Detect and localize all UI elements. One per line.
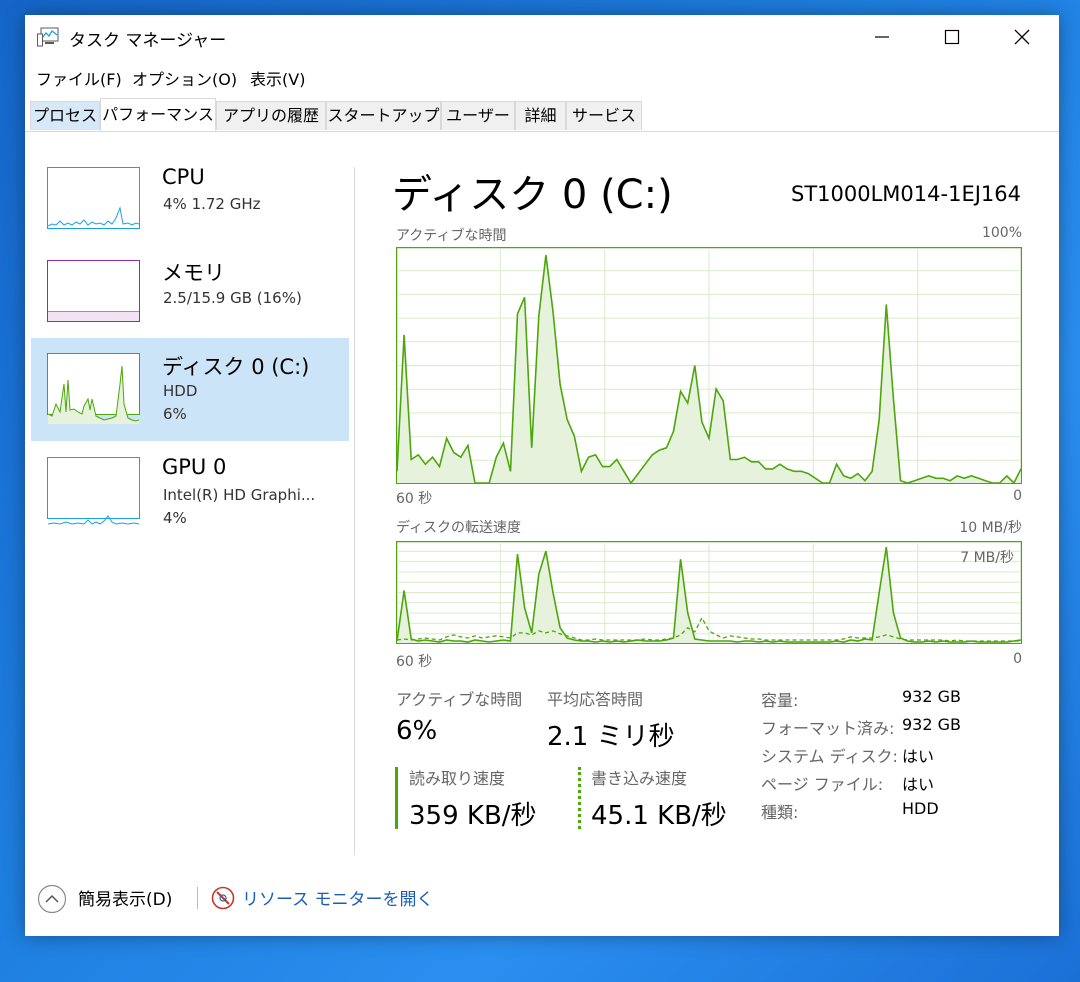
task-manager-window: タスク マネージャー ファイル(F) オプション(O) 表示(V) プロセス パ… xyxy=(25,15,1059,936)
menu-file[interactable]: ファイル(F) xyxy=(36,66,122,90)
maximize-icon xyxy=(944,29,960,45)
transfer-rate-chart-max: 10 MB/秒 xyxy=(959,520,1022,536)
system-disk-label: システム ディスク: xyxy=(761,747,898,766)
active-time-label: アクティブな時間 xyxy=(396,690,523,709)
footer-separator xyxy=(197,887,198,909)
sidebar-gpu-usage: 4% xyxy=(163,509,187,527)
tab-startup[interactable]: スタートアップ xyxy=(326,101,441,130)
sidebar-item-gpu[interactable]: GPU 0 Intel(R) HD Graphi... 4% xyxy=(31,446,349,549)
sidebar-disk-type: HDD xyxy=(163,382,198,400)
sidebar-item-disk[interactable]: ディスク 0 (C:) HDD 6% xyxy=(31,338,349,441)
transfer-rate-chart-scale: 7 MB/秒 xyxy=(960,550,1014,566)
sidebar-memory-title: メモリ xyxy=(162,261,225,285)
chevron-up-icon[interactable] xyxy=(37,884,67,914)
capacity-label: 容量: xyxy=(761,691,799,710)
page-file-label: ページ ファイル: xyxy=(761,775,884,794)
page-file-value: はい xyxy=(902,775,935,794)
write-speed-legend-bar xyxy=(578,767,581,829)
sidebar-cpu-title: CPU xyxy=(162,165,205,189)
sidebar-item-memory[interactable]: メモリ 2.5/15.9 GB (16%) xyxy=(31,245,349,348)
transfer-rate-chart-label: ディスクの転送速度 xyxy=(396,520,522,536)
disk-type-label: 種類: xyxy=(761,803,799,822)
avg-response-value: 2.1 ミリ秒 xyxy=(547,722,675,752)
cpu-thumbnail-graph xyxy=(47,167,140,229)
memory-thumbnail-graph xyxy=(47,260,140,322)
read-speed-legend-bar xyxy=(395,767,398,829)
close-button[interactable] xyxy=(987,15,1057,59)
disk-thumbnail-graph xyxy=(47,353,140,424)
tab-app-history[interactable]: アプリの履歴 xyxy=(216,101,326,130)
transfer-rate-chart-x-left: 60 秒 xyxy=(396,654,433,670)
disk-model: ST1000LM014-1EJ164 xyxy=(791,182,1021,206)
minimize-icon xyxy=(875,36,889,38)
formatted-label: フォーマット済み: xyxy=(761,719,895,738)
tab-strip: プロセス パフォーマンス アプリの履歴 スタートアップ ユーザー 詳細 サービス xyxy=(25,98,1059,132)
sidebar-item-cpu[interactable]: CPU 4% 1.72 GHz xyxy=(31,155,349,258)
active-time-chart-max: 100% xyxy=(981,225,1022,241)
active-time-chart-x-left: 60 秒 xyxy=(396,491,433,507)
active-time-chart-label: アクティブな時間 xyxy=(396,228,507,244)
avg-response-label: 平均応答時間 xyxy=(547,690,644,709)
footer-bar: 簡易表示(D) リソース モニターを開く xyxy=(25,875,1059,919)
minimize-button[interactable] xyxy=(847,15,917,59)
active-time-chart-x-right: 0 xyxy=(1013,488,1022,504)
disk-type-value: HDD xyxy=(902,799,939,818)
tab-users[interactable]: ユーザー xyxy=(441,101,515,130)
window-title: タスク マネージャー xyxy=(69,31,227,51)
menu-options[interactable]: オプション(O) xyxy=(132,66,237,90)
tab-performance[interactable]: パフォーマンス xyxy=(100,98,216,131)
transfer-rate-chart-x-right: 0 xyxy=(1013,651,1022,667)
gpu-thumbnail-graph xyxy=(47,457,140,525)
resource-monitor-icon xyxy=(211,886,235,910)
disk-title: ディスク 0 (C:) xyxy=(392,172,673,218)
maximize-button[interactable] xyxy=(917,15,987,59)
sidebar-gpu-title: GPU 0 xyxy=(162,455,227,479)
close-icon xyxy=(1014,29,1030,45)
sidebar-gpu-name: Intel(R) HD Graphi... xyxy=(163,486,316,504)
active-time-value: 6% xyxy=(396,716,438,746)
read-speed-value: 359 KB/秒 xyxy=(409,801,537,831)
tab-services[interactable]: サービス xyxy=(566,101,642,130)
open-resource-monitor-link[interactable]: リソース モニターを開く xyxy=(242,885,434,910)
pane-divider[interactable] xyxy=(354,167,355,855)
menu-view[interactable]: 表示(V) xyxy=(250,66,305,90)
sidebar-disk-usage: 6% xyxy=(163,405,187,423)
write-speed-value: 45.1 KB/秒 xyxy=(591,801,727,831)
transfer-rate-chart xyxy=(396,541,1022,644)
system-disk-value: はい xyxy=(902,747,935,766)
write-speed-label: 書き込み速度 xyxy=(591,769,688,788)
fewer-details-button[interactable]: 簡易表示(D) xyxy=(78,885,172,910)
task-manager-app-icon xyxy=(37,27,59,47)
capacity-value: 932 GB xyxy=(902,687,961,706)
formatted-value: 932 GB xyxy=(902,715,961,734)
sidebar-disk-title: ディスク 0 (C:) xyxy=(162,355,310,379)
title-bar[interactable]: タスク マネージャー xyxy=(25,15,1059,59)
tab-details[interactable]: 詳細 xyxy=(515,101,566,130)
tab-processes[interactable]: プロセス xyxy=(30,101,100,130)
read-speed-label: 読み取り速度 xyxy=(409,769,506,788)
sidebar-memory-usage: 2.5/15.9 GB (16%) xyxy=(163,289,302,307)
active-time-chart xyxy=(396,247,1022,484)
sidebar-cpu-usage: 4% 1.72 GHz xyxy=(163,195,261,213)
